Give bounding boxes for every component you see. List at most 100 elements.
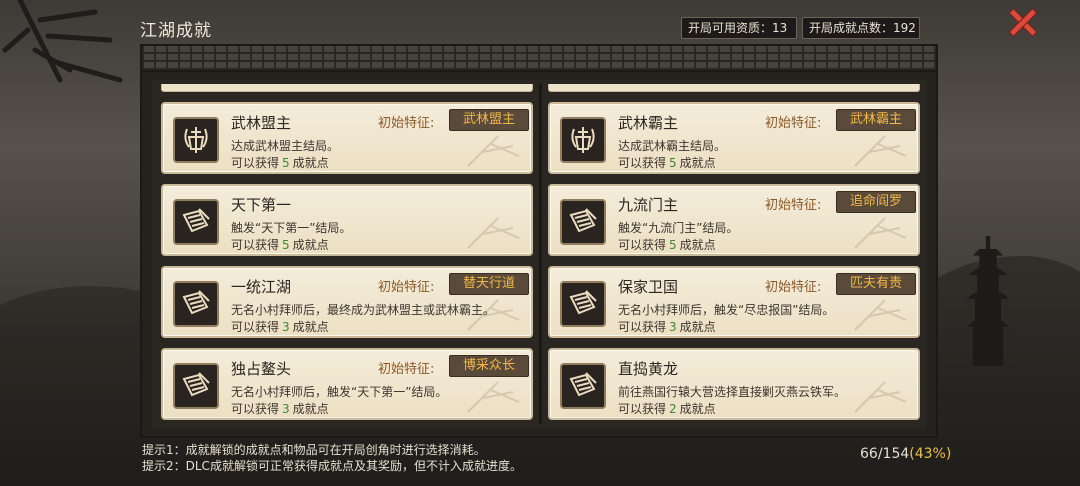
reward-prefix: 可以获得 bbox=[231, 320, 280, 334]
scroll-icon bbox=[560, 199, 606, 245]
tip-2: 提示2：DLC成就解锁可正常获得成就点及其奖励，但不计入成就进度。 bbox=[142, 459, 522, 473]
reward-suffix: 成就点 bbox=[292, 238, 329, 252]
initial-trait-badge[interactable]: 追命阎罗 bbox=[836, 191, 916, 213]
scroll-icon bbox=[173, 363, 219, 409]
achievement-reward: 可以获得 5 成就点 bbox=[618, 154, 716, 171]
reward-prefix: 可以获得 bbox=[231, 156, 280, 170]
reward-prefix: 可以获得 bbox=[231, 402, 280, 416]
achievement-description: 触发“天下第一”结局。 bbox=[231, 221, 352, 235]
achievement-points-value: 192 bbox=[893, 21, 916, 35]
achievement-card[interactable]: 一统江湖 无名小村拜师后，最终成为武林盟主或武林霸主。 可以获得 3 成就点 初始特… bbox=[161, 266, 533, 338]
initial-trait-label: 初始特征: bbox=[378, 280, 435, 295]
tip-1: 提示1：成就解锁的成就点和物品可在开局创角时进行选择消耗。 bbox=[142, 443, 486, 457]
achievement-card[interactable]: 独占鳌头 无名小村拜师后，触发“天下第一”结局。 可以获得 3 成就点 初始特征: … bbox=[161, 348, 533, 420]
achievement-description: 达成武林盟主结局。 bbox=[231, 139, 340, 153]
sword-emblem-icon bbox=[560, 117, 606, 163]
achievement-card[interactable]: 九流门主 触发“九流门主”结局。 可以获得 5 成就点 初始特征: 追命阎罗 bbox=[548, 184, 920, 256]
initial-trait-label: 初始特征: bbox=[765, 280, 822, 295]
list-item-partial bbox=[548, 84, 920, 92]
scroll-icon bbox=[560, 363, 606, 409]
reward-suffix: 成就点 bbox=[679, 156, 716, 170]
initial-trait-label: 初始特征: bbox=[765, 116, 822, 131]
progress-count: 66/154 bbox=[860, 446, 910, 462]
reward-points: 5 bbox=[282, 238, 290, 252]
achievement-name: 直捣黄龙 bbox=[618, 360, 679, 378]
achievement-card[interactable]: 直捣黄龙 前往燕国行辕大营选择直接剿灭燕云铁军。 可以获得 2 成就点 bbox=[548, 348, 920, 420]
achievement-card[interactable]: 天下第一 触发“天下第一”结局。 可以获得 5 成就点 bbox=[161, 184, 533, 256]
reward-prefix: 可以获得 bbox=[618, 238, 667, 252]
achievement-points-label: 开局成就点数： bbox=[809, 21, 894, 35]
tips: 提示1：成就解锁的成就点和物品可在开局创角时进行选择消耗。 提示2：DLC成就解… bbox=[142, 442, 522, 474]
achievement-name: 一统江湖 bbox=[231, 278, 292, 296]
reward-suffix: 成就点 bbox=[679, 320, 716, 334]
achievement-reward: 可以获得 3 成就点 bbox=[231, 400, 329, 417]
achievement-points-counter: 开局成就点数：192 bbox=[802, 17, 920, 39]
initial-trait-badge[interactable]: 替天行道 bbox=[449, 273, 529, 295]
achievement-card[interactable]: 武林霸主 达成武林霸主结局。 可以获得 5 成就点 初始特征: 武林霸主 bbox=[548, 102, 920, 174]
achievement-name: 九流门主 bbox=[618, 196, 679, 214]
initial-trait-badge[interactable]: 武林霸主 bbox=[836, 109, 916, 131]
reward-points: 5 bbox=[282, 156, 290, 170]
reward-suffix: 成就点 bbox=[292, 320, 329, 334]
achievement-name: 武林霸主 bbox=[618, 114, 679, 132]
achievement-reward: 可以获得 5 成就点 bbox=[231, 236, 329, 253]
bamboo-watermark-icon bbox=[463, 378, 523, 414]
reward-suffix: 成就点 bbox=[679, 238, 716, 252]
available-aptitude-label: 开局可用资质： bbox=[688, 21, 773, 35]
page-title: 江湖成就 bbox=[140, 21, 212, 41]
reward-prefix: 可以获得 bbox=[618, 156, 667, 170]
list-item-partial bbox=[161, 84, 533, 92]
bamboo-watermark-icon bbox=[850, 214, 910, 250]
achievement-description: 无名小村拜师后，触发“尽忠报国”结局。 bbox=[618, 303, 835, 317]
reward-points: 5 bbox=[669, 156, 677, 170]
reward-points: 3 bbox=[282, 402, 290, 416]
scroll-icon bbox=[173, 281, 219, 327]
achievement-name: 独占鳌头 bbox=[231, 360, 292, 378]
initial-trait-badge[interactable]: 博采众长 bbox=[449, 355, 529, 377]
reward-points: 2 bbox=[669, 402, 677, 416]
scroll-icon bbox=[560, 281, 606, 327]
achievement-reward: 可以获得 3 成就点 bbox=[231, 318, 329, 335]
reward-suffix: 成就点 bbox=[679, 402, 716, 416]
reward-prefix: 可以获得 bbox=[618, 320, 667, 334]
bamboo-watermark-icon bbox=[850, 132, 910, 168]
achievement-card[interactable]: 保家卫国 无名小村拜师后，触发“尽忠报国”结局。 可以获得 3 成就点 初始特征: … bbox=[548, 266, 920, 338]
progress-percent: (43%) bbox=[909, 446, 952, 462]
available-aptitude-counter: 开局可用资质：13 bbox=[681, 17, 797, 39]
reward-points: 3 bbox=[282, 320, 290, 334]
close-button[interactable] bbox=[1006, 5, 1040, 39]
initial-trait-badge[interactable]: 武林盟主 bbox=[449, 109, 529, 131]
achievement-description: 前往燕国行辕大营选择直接剿灭燕云铁军。 bbox=[618, 385, 847, 399]
reward-suffix: 成就点 bbox=[292, 156, 329, 170]
sword-emblem-icon bbox=[173, 117, 219, 163]
reward-suffix: 成就点 bbox=[292, 402, 329, 416]
reward-points: 3 bbox=[669, 320, 677, 334]
scroll-icon bbox=[173, 199, 219, 245]
reward-prefix: 可以获得 bbox=[618, 402, 667, 416]
initial-trait-badge[interactable]: 匹夫有责 bbox=[836, 273, 916, 295]
achievement-reward: 可以获得 5 成就点 bbox=[231, 154, 329, 171]
bamboo-watermark-icon bbox=[463, 132, 523, 168]
bamboo-watermark-icon bbox=[850, 296, 910, 332]
achievement-card[interactable]: 武林盟主 达成武林盟主结局。 可以获得 5 成就点 初始特征: 武林盟主 bbox=[161, 102, 533, 174]
column-divider bbox=[539, 84, 542, 424]
available-aptitude-value: 13 bbox=[772, 21, 788, 35]
initial-trait-label: 初始特征: bbox=[378, 116, 435, 131]
initial-trait-label: 初始特征: bbox=[378, 362, 435, 377]
reward-prefix: 可以获得 bbox=[231, 238, 280, 252]
fret-border-decoration bbox=[142, 46, 936, 72]
achievement-description: 无名小村拜师后，最终成为武林盟主或武林霸主。 bbox=[231, 303, 496, 317]
achievement-name: 天下第一 bbox=[231, 196, 292, 214]
achievement-reward: 可以获得 2 成就点 bbox=[618, 400, 716, 417]
achievement-description: 无名小村拜师后，触发“天下第一”结局。 bbox=[231, 385, 448, 399]
achievement-reward: 可以获得 3 成就点 bbox=[618, 318, 716, 335]
achievement-progress: 66/154(43%) bbox=[860, 446, 951, 462]
bamboo-watermark-icon bbox=[850, 378, 910, 414]
achievement-name: 武林盟主 bbox=[231, 114, 292, 132]
achievement-description: 达成武林霸主结局。 bbox=[618, 139, 727, 153]
pagoda-silhouette bbox=[966, 236, 1010, 366]
achievement-name: 保家卫国 bbox=[618, 278, 679, 296]
initial-trait-label: 初始特征: bbox=[765, 198, 822, 213]
bamboo-watermark-icon bbox=[463, 214, 523, 250]
achievement-reward: 可以获得 5 成就点 bbox=[618, 236, 716, 253]
